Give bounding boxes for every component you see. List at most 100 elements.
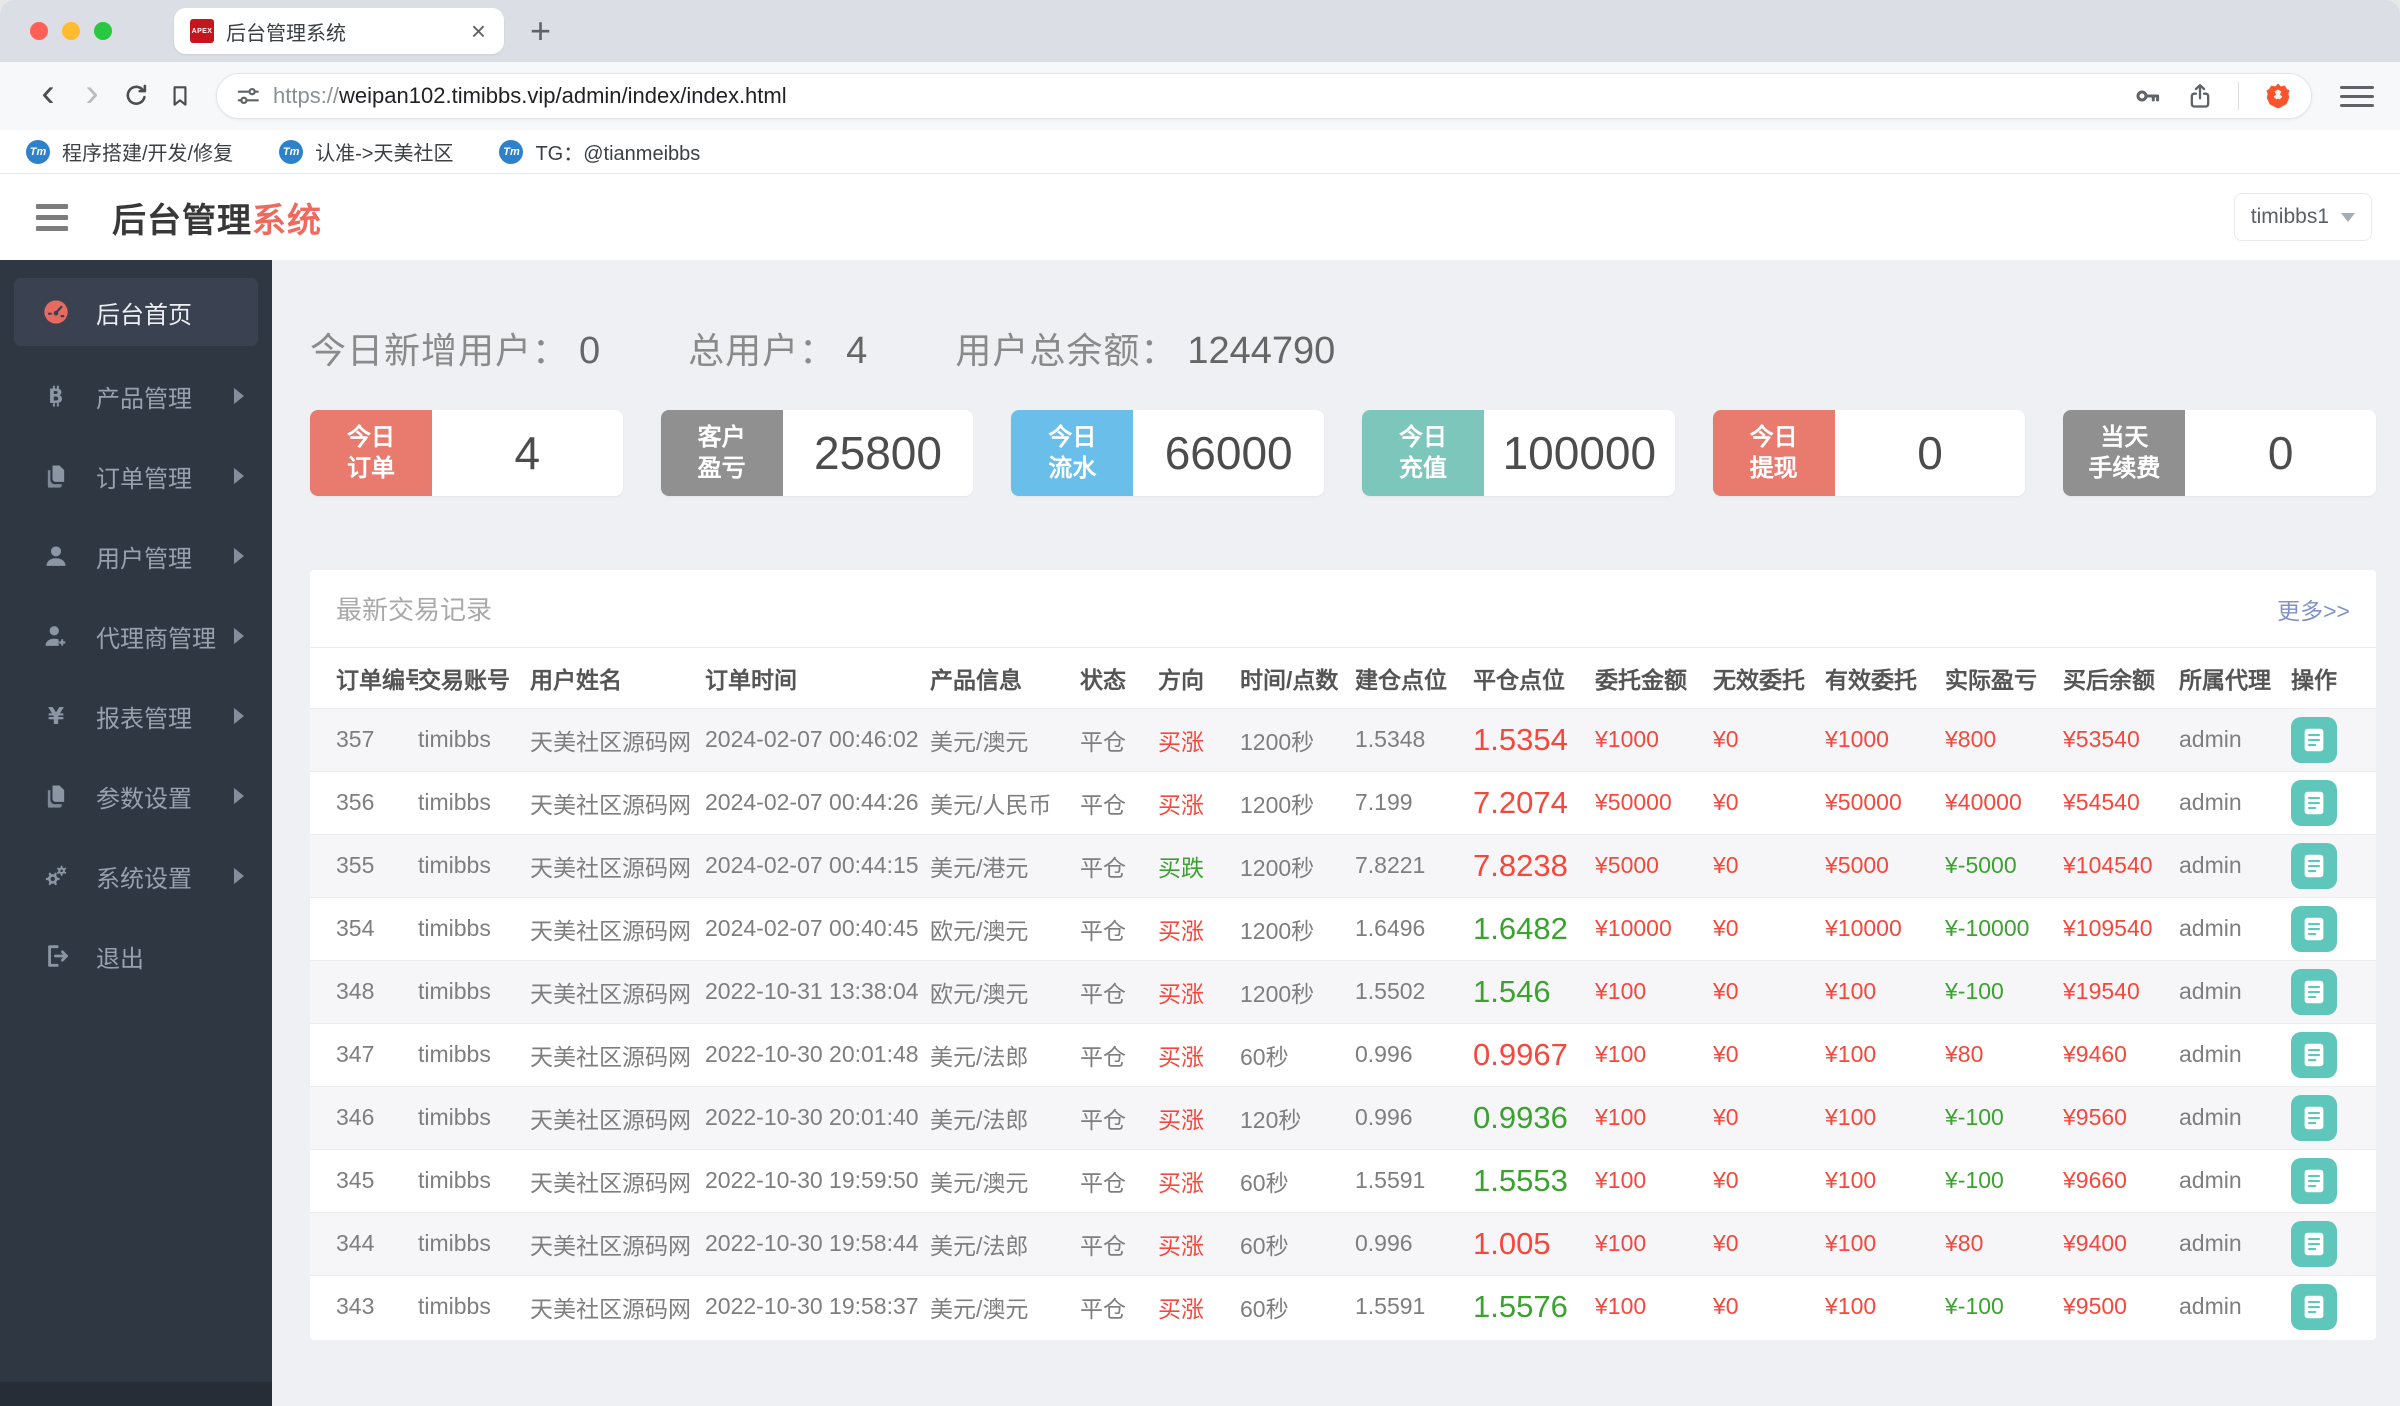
bookmark-item[interactable]: Tm 程序搭建/开发/修复 [26, 137, 233, 166]
table-row: 356 timibbs 天美社区源码网 2024-02-07 00:44:26 … [310, 770, 2376, 834]
table-row: 343 timibbs 天美社区源码网 2022-10-30 19:58:37 … [310, 1274, 2376, 1338]
cell-status: 平仓 [1080, 770, 1158, 834]
sidebar-item-orders[interactable]: 订单管理 [0, 436, 272, 516]
cell-invalid-amount: ¥0 [1713, 1148, 1825, 1212]
cell-amount: ¥100 [1595, 1148, 1713, 1212]
window-zoom-button[interactable] [94, 22, 112, 40]
cell-time: 2024-02-07 00:40:45 [705, 896, 930, 960]
sidebar-item-yen[interactable]: ¥ 报表管理 [0, 676, 272, 756]
browser-menu-icon[interactable] [2340, 85, 2374, 107]
cell-actions [2291, 1085, 2376, 1149]
forward-icon[interactable]: › [70, 73, 114, 118]
window-minimize-button[interactable] [62, 22, 80, 40]
sidebar-toggle-icon[interactable] [36, 203, 68, 231]
sidebar-item-dashboard[interactable]: 后台首页 [14, 278, 258, 346]
column-header: 委托金额 [1595, 666, 1687, 693]
order-detail-button[interactable] [2291, 905, 2337, 952]
url-text: https://weipan102.timibbs.vip/admin/inde… [273, 83, 2132, 109]
chevron-right-icon [234, 708, 244, 724]
tab-close-icon[interactable]: × [469, 18, 488, 44]
panel-title: 最新交易记录 [336, 595, 493, 625]
cell-agent: admin [2179, 1085, 2291, 1149]
order-detail-button[interactable] [2291, 1157, 2337, 1204]
orders-icon [42, 462, 70, 490]
cell-open-price: 1.6496 [1355, 896, 1473, 960]
cell-agent: admin [2179, 896, 2291, 960]
new-tab-button[interactable]: + [530, 13, 551, 49]
table-row: 345 timibbs 天美社区源码网 2022-10-30 19:59:50 … [310, 1148, 2376, 1212]
order-detail-button[interactable] [2291, 1094, 2337, 1141]
url-protocol: https:// [273, 83, 340, 108]
cell-product: 美元/港元 [930, 833, 1080, 897]
sidebar-item-agent[interactable]: 代理商管理 [0, 596, 272, 676]
order-detail-button[interactable] [2291, 842, 2337, 889]
bookmark-item[interactable]: Tm 认准->天美社区 [279, 137, 453, 166]
latest-trades-panel: 最新交易记录 更多>> 订单编号 交易账号 用户姓名 订单时间 产品信息 状态 方向 时间/点… [310, 570, 2376, 1340]
table-row: 354 timibbs 天美社区源码网 2024-02-07 00:40:45 … [310, 896, 2376, 960]
cell-customer: 天美社区源码网 [530, 770, 705, 834]
cell-open-price: 7.199 [1355, 770, 1473, 834]
site-settings-icon[interactable] [235, 83, 261, 109]
cell-account: timibbs [418, 1085, 530, 1149]
column-header: 订单编号 [336, 666, 418, 693]
cell-product: 欧元/澳元 [930, 896, 1080, 960]
cell-valid-amount: ¥100 [1825, 1085, 1945, 1149]
cell-balance: ¥9400 [2063, 1211, 2179, 1275]
cell-direction: 买涨 [1158, 1211, 1240, 1275]
cell-account: timibbs [418, 833, 530, 897]
sidebar-item-params[interactable]: 参数设置 [0, 756, 272, 836]
cell-time: 2022-10-30 19:58:37 [705, 1274, 930, 1338]
dashboard-icon [42, 298, 70, 326]
logout-icon [42, 942, 70, 970]
window-close-button[interactable] [30, 22, 48, 40]
cell-status: 平仓 [1080, 1148, 1158, 1212]
reload-icon[interactable] [114, 74, 158, 118]
cell-order-id: 346 [310, 1085, 418, 1149]
cell-customer: 天美社区源码网 [530, 896, 705, 960]
cell-actions [2291, 1274, 2376, 1338]
order-detail-button[interactable] [2291, 779, 2337, 826]
cell-valid-amount: ¥100 [1825, 1274, 1945, 1338]
cell-order-id: 355 [310, 833, 418, 897]
cell-balance: ¥9560 [2063, 1085, 2179, 1149]
browser-tab[interactable]: APEX 后台管理系统 × [174, 8, 504, 54]
order-detail-button[interactable] [2291, 716, 2337, 763]
share-icon[interactable] [2186, 82, 2214, 110]
bookmark-item[interactable]: Tm TG：@tianmeibbs [499, 137, 700, 166]
cell-invalid-amount: ¥0 [1713, 1211, 1825, 1275]
cell-profit: ¥-100 [1945, 1085, 2063, 1149]
password-key-icon[interactable] [2132, 81, 2162, 111]
cell-status: 平仓 [1080, 959, 1158, 1023]
more-link[interactable]: 更多>> [2277, 592, 2350, 626]
cell-close-price: 0.9936 [1473, 1085, 1595, 1149]
order-detail-button[interactable] [2291, 1220, 2337, 1267]
back-icon[interactable]: ‹ [26, 73, 70, 118]
cell-status: 平仓 [1080, 1211, 1158, 1275]
cell-valid-amount: ¥1000 [1825, 707, 1945, 771]
cell-actions [2291, 959, 2376, 1023]
order-detail-button[interactable] [2291, 1031, 2337, 1078]
sidebar-item-bitcoin[interactable]: B 产品管理 [0, 356, 272, 436]
order-detail-button[interactable] [2291, 968, 2337, 1015]
bookmark-icon[interactable] [158, 74, 202, 118]
cell-agent: admin [2179, 1148, 2291, 1212]
cell-invalid-amount: ¥0 [1713, 1274, 1825, 1338]
order-detail-button[interactable] [2291, 1283, 2337, 1330]
sidebar-item-gears[interactable]: 系统设置 [0, 836, 272, 916]
column-header: 建仓点位 [1355, 666, 1447, 693]
cell-open-price: 1.5591 [1355, 1148, 1473, 1212]
cell-order-id: 345 [310, 1148, 418, 1212]
tab-favicon: APEX [190, 19, 214, 43]
address-bar[interactable]: https://weipan102.timibbs.vip/admin/inde… [216, 73, 2312, 119]
cell-product: 美元/法郎 [930, 1085, 1080, 1149]
cell-duration: 1200秒 [1240, 770, 1355, 834]
sidebar-item-logout[interactable]: 退出 [0, 916, 272, 996]
sidebar-item-user[interactable]: 用户管理 [0, 516, 272, 596]
cell-close-price: 1.5354 [1473, 707, 1595, 771]
user-dropdown[interactable]: timibbs1 [2233, 193, 2372, 241]
trades-table: 订单编号 交易账号 用户姓名 订单时间 产品信息 状态 方向 时间/点数 建仓点位 平仓点位 委托金… [310, 648, 2376, 1338]
cell-status: 平仓 [1080, 1022, 1158, 1086]
cell-time: 2022-10-30 19:59:50 [705, 1148, 930, 1212]
cell-open-price: 7.8221 [1355, 833, 1473, 897]
brave-shield-icon[interactable] [2263, 81, 2293, 111]
